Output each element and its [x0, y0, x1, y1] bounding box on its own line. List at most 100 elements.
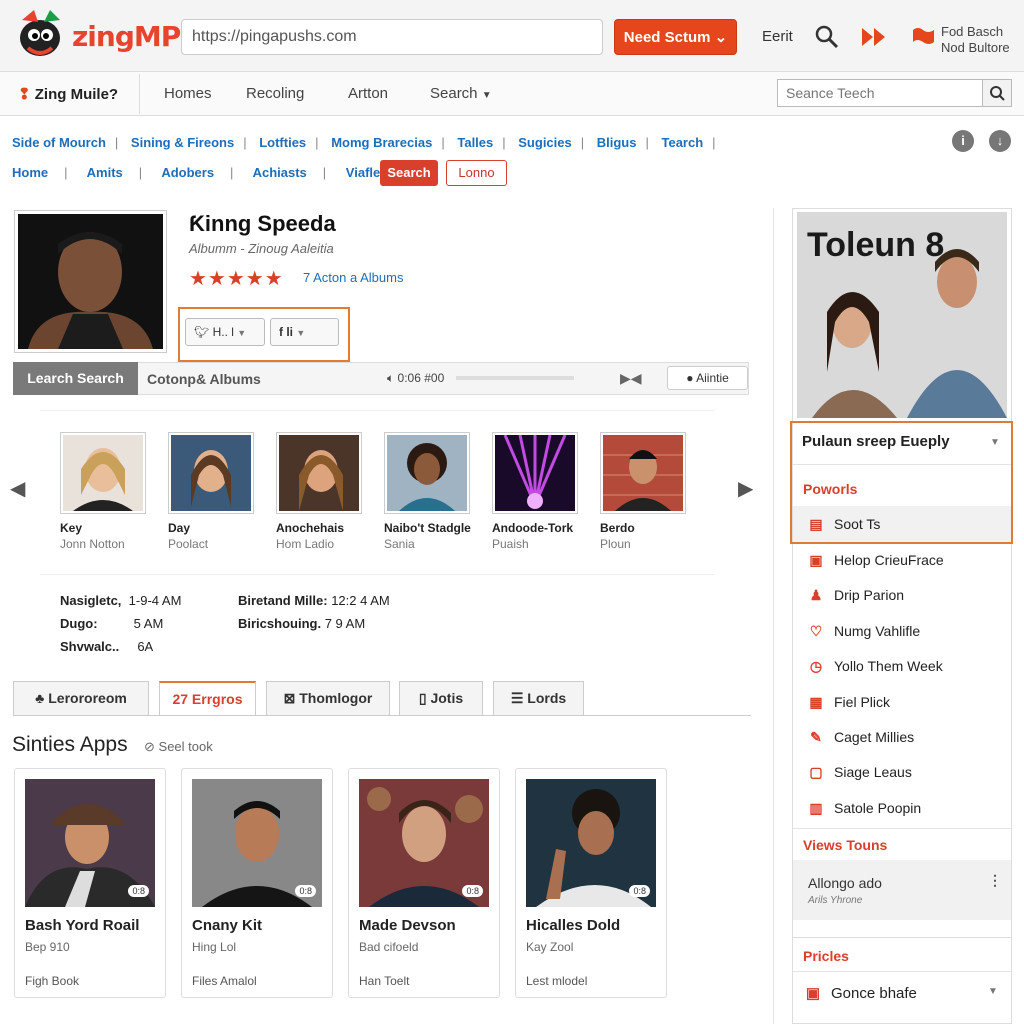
tab-albums[interactable]: Cotonp& Albums: [147, 371, 261, 387]
sidebar-item[interactable]: ▣ Helop CrieuFrace: [806, 552, 944, 569]
nav-item-search[interactable]: Search ▼: [430, 85, 492, 102]
calendar-icon: ▥: [809, 800, 823, 816]
twitter-share-button[interactable]: 🐦︎ H.. l ▼: [185, 318, 265, 346]
section-subtitle[interactable]: ⊘ Seel took: [144, 739, 213, 755]
carousel-thumb[interactable]: [492, 432, 578, 514]
more-options-icon[interactable]: ⋮: [988, 872, 1002, 889]
category-link[interactable]: Lotfties: [259, 135, 306, 150]
info-value: 5 AM: [133, 616, 164, 631]
user-icon: ♟: [809, 587, 823, 603]
carousel-prev-arrow[interactable]: ◀: [10, 476, 25, 501]
category-link[interactable]: Tearch: [662, 135, 704, 150]
carousel-sub: Ploun: [600, 537, 631, 551]
sidebar-heading: Poworls: [803, 481, 858, 497]
artist-card[interactable]: 0:8 Hicalles Dold Kay Zool Lest mlodel: [515, 768, 667, 998]
account-info[interactable]: Fod Basch Nod Bultore: [941, 24, 1010, 56]
carousel-next-arrow[interactable]: ▶: [738, 476, 753, 501]
carousel-thumb[interactable]: [276, 432, 362, 514]
info-icon[interactable]: i: [952, 130, 974, 152]
search-icon[interactable]: [815, 25, 839, 49]
card-title: Made Devson: [359, 917, 456, 934]
sidebar-extra-title[interactable]: Allongo ado: [808, 875, 882, 891]
lonno-tag-button[interactable]: Lonno: [446, 160, 507, 186]
nav-item-artton[interactable]: Artton: [348, 85, 388, 102]
sidebar-item[interactable]: ▥ Satole Poopin: [806, 800, 921, 817]
flag-icon[interactable]: [910, 24, 936, 50]
promo-image[interactable]: Toleun 8: [797, 212, 1007, 418]
search-input[interactable]: [777, 79, 983, 107]
sub-link[interactable]: Home: [12, 165, 48, 180]
sidebar-divider-line: [793, 464, 1011, 465]
sidebar-item-selected[interactable]: ▤ Soot Ts: [806, 516, 880, 533]
tab-jotis[interactable]: ▯ Jotis: [399, 681, 483, 716]
download-icon[interactable]: ↓: [989, 130, 1011, 152]
sidebar-item-label: Fiel Plick: [834, 694, 891, 710]
sidebar-item[interactable]: ▣ Gonce bhafe: [803, 984, 917, 1002]
category-link[interactable]: Side of Mourch: [12, 135, 106, 150]
sub-link[interactable]: Adobers: [161, 165, 214, 180]
carousel-thumb[interactable]: [168, 432, 254, 514]
promo-title: Toleun 8: [807, 226, 944, 264]
heart-icon: ♡: [809, 623, 823, 639]
carousel-thumb[interactable]: [600, 432, 686, 514]
play-icon: ●: [686, 371, 694, 385]
artist-card[interactable]: 0:8 Made Devson Bad cifoeld Han Toelt: [348, 768, 500, 998]
card-subtitle: Bad cifoeld: [359, 940, 419, 954]
chevron-down-icon[interactable]: ▼: [990, 437, 1000, 448]
nav-item-homes[interactable]: Homes: [164, 85, 212, 102]
search-submit-button[interactable]: [982, 79, 1012, 107]
zing-logo[interactable]: zingMP3: [14, 6, 200, 66]
player-action-label: Aiintie: [696, 371, 729, 385]
sidebar-item[interactable]: ✎ Caget Millies: [806, 729, 914, 746]
sidebar-dropdown[interactable]: Pulaun sreep Eueply: [802, 433, 950, 450]
sidebar-item-label: Helop CrieuFrace: [834, 552, 944, 568]
sub-link[interactable]: Amits: [87, 165, 123, 180]
search-tag-button[interactable]: Search: [380, 160, 438, 186]
tab-label: Thomlogor: [299, 690, 373, 706]
exit-link[interactable]: Eerit: [762, 28, 793, 45]
tab-errgros[interactable]: 27 Errgros: [159, 681, 256, 716]
artist-card[interactable]: 0:8 Cnany Kit Hing Lol Files Amalol: [181, 768, 333, 998]
artist-card[interactable]: 0:8 Bash Yord Roail Bep 910 Figh Book: [14, 768, 166, 998]
chevron-down-icon[interactable]: ▼: [988, 986, 998, 997]
search-icon: [990, 86, 1005, 101]
category-link[interactable]: Sining & Fireons: [131, 135, 234, 150]
info-value: 6A: [137, 639, 154, 654]
carousel-thumb[interactable]: [60, 432, 146, 514]
sidebar-item-label: Gonce bhafe: [831, 985, 917, 1002]
card-footer: Lest mlodel: [526, 974, 588, 988]
sidebar-item[interactable]: ♡ Numg Vahlifle: [806, 623, 920, 640]
tab-learch-search[interactable]: Learch Search: [13, 362, 138, 395]
category-link[interactable]: Sugicies: [518, 135, 571, 150]
albums-link[interactable]: 7 Acton a Albums: [303, 270, 403, 285]
brand-link[interactable]: ❢ Zing Muile?: [18, 85, 118, 103]
sidebar-item[interactable]: ▢ Siage Leaus: [806, 764, 911, 781]
carousel-thumb[interactable]: [384, 432, 470, 514]
primary-action-button[interactable]: Need Sctum ⌄: [614, 19, 737, 55]
info-key: Biricshouing.: [238, 616, 322, 631]
category-link[interactable]: Momg Brarecias: [331, 135, 432, 150]
tab-lords[interactable]: ☰ Lords: [493, 681, 584, 716]
sidebar-item[interactable]: ◷ Yollo Them Week: [806, 658, 943, 675]
sidebar-item-label: Caget Millies: [834, 729, 915, 745]
player-time: 🔈︎ 0:06 #00: [387, 371, 444, 386]
player-action-button[interactable]: ● Aiintie: [667, 366, 748, 390]
sub-link[interactable]: Achiasts: [253, 165, 307, 180]
tab-thomlogor[interactable]: ⊠ Thomlogor: [266, 681, 390, 716]
fast-forward-icon[interactable]: [860, 26, 888, 48]
progress-bar[interactable]: [456, 376, 574, 380]
category-link[interactable]: Bligus: [597, 135, 637, 150]
category-link[interactable]: Talles: [457, 135, 493, 150]
duration-badge: 0:8: [462, 885, 483, 897]
facebook-share-button[interactable]: f li ▼: [270, 318, 339, 346]
artist-name: Ƙinng Speeda: [189, 211, 336, 236]
sidebar-item-label: Soot Ts: [834, 516, 881, 532]
tab-lerororeom[interactable]: ♣ Lerororeom: [13, 681, 149, 716]
account-line2: Nod Bultore: [941, 40, 1010, 55]
nav-item-recoling[interactable]: Recoling: [246, 85, 304, 102]
player-controls[interactable]: ▶◀: [620, 370, 642, 387]
url-field[interactable]: https://pingapushs.com: [181, 19, 603, 55]
sidebar-item[interactable]: ♟ Drip Parion: [806, 587, 904, 604]
sidebar-item[interactable]: ▦ Fiel Plick: [806, 694, 890, 711]
carousel-sub: Puaish: [492, 537, 529, 551]
